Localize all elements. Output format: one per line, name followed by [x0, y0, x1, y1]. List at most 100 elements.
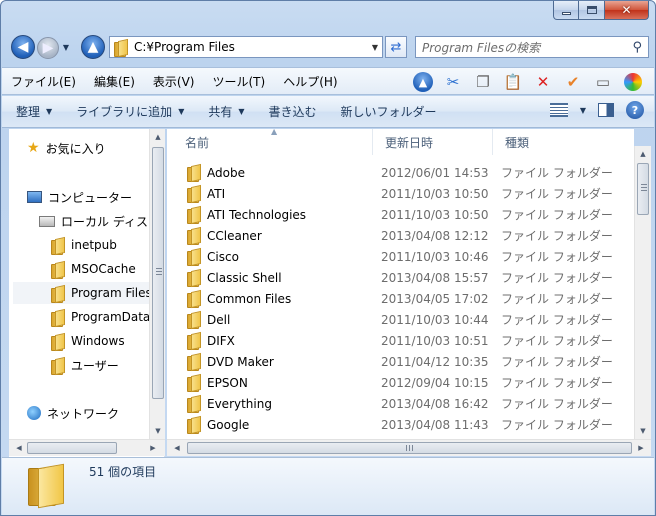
chevron-down-icon[interactable]: ▼ — [580, 106, 586, 115]
organize-button[interactable]: 整理 ▼ — [16, 103, 52, 120]
sidebar-item-label: コンピューター — [48, 190, 133, 205]
folder-icon — [51, 334, 65, 351]
list-item[interactable]: EPSON 2012/09/04 10:15 ファイル フォルダー — [167, 372, 634, 393]
view-options-icon[interactable] — [549, 103, 568, 117]
folder-icon — [51, 310, 65, 327]
list-item[interactable]: CCleaner 2013/04/08 12:12 ファイル フォルダー — [167, 225, 634, 246]
sidebar-item-folder[interactable]: ProgramData — [51, 306, 150, 328]
list-horizontal-scrollbar[interactable]: ◀ ▶ — [167, 439, 651, 456]
menu-edit[interactable]: 編集(E) — [85, 73, 144, 90]
sidebar-item-label: お気に入り — [45, 141, 106, 156]
sidebar-item-favorites[interactable]: ★ お気に入り — [27, 137, 106, 159]
sidebar-item-label: ローカル ディス — [61, 214, 148, 229]
sidebar-item-folder[interactable]: Windows — [51, 330, 125, 352]
address-bar[interactable]: C:¥Program Files ▼ — [109, 36, 383, 58]
check-icon[interactable]: ✔ — [560, 70, 586, 94]
sidebar-item-label: ProgramData — [71, 310, 151, 324]
folder-icon — [51, 358, 65, 375]
folder-icon — [187, 396, 201, 413]
list-item[interactable]: Cisco 2011/10/03 10:46 ファイル フォルダー — [167, 246, 634, 267]
scrollbar-thumb[interactable] — [27, 442, 117, 454]
preview-pane-icon[interactable] — [598, 103, 614, 117]
close-button[interactable]: ✕ — [605, 1, 649, 20]
search-placeholder: Program Filesの検索 — [422, 40, 541, 55]
folder-icon — [187, 417, 201, 434]
minimize-button[interactable] — [553, 1, 579, 20]
new-folder-button[interactable]: 新しいフォルダー — [341, 103, 437, 120]
properties-icon[interactable]: ▭ — [590, 70, 616, 94]
menu-bar: ファイル(E) 編集(E) 表示(V) ツール(T) ヘルプ(H) ▲ ✂ ❐ … — [2, 67, 654, 95]
sidebar-item-network[interactable]: ネットワーク — [27, 402, 119, 424]
menu-help[interactable]: ヘルプ(H) — [274, 73, 346, 90]
scroll-down-icon[interactable]: ▼ — [150, 423, 166, 439]
up-folder-icon[interactable]: ▲ — [410, 70, 436, 94]
list-item[interactable]: ATI 2011/10/03 10:50 ファイル フォルダー — [167, 183, 634, 204]
list-item[interactable]: DVD Maker 2011/04/12 10:35 ファイル フォルダー — [167, 351, 634, 372]
file-type: ファイル フォルダー — [501, 229, 613, 243]
copy-icon[interactable]: ❐ — [470, 70, 496, 94]
share-label: 共有 — [208, 105, 233, 119]
grip-icon — [641, 184, 647, 192]
refresh-button[interactable]: ⇄ — [385, 36, 407, 58]
scrollbar-thumb[interactable] — [637, 163, 649, 215]
grip-icon — [156, 268, 162, 276]
file-name: EPSON — [207, 375, 248, 390]
file-name: Dell — [207, 312, 231, 327]
scroll-right-icon[interactable]: ▶ — [633, 440, 649, 456]
list-item[interactable]: Everything 2013/04/08 16:42 ファイル フォルダー — [167, 393, 634, 414]
search-icon[interactable]: ⚲ — [632, 40, 642, 55]
sidebar-item-computer[interactable]: コンピューター — [27, 186, 132, 208]
menu-file[interactable]: ファイル(E) — [2, 73, 85, 90]
column-name-label: 名前 — [185, 135, 210, 150]
scroll-left-icon[interactable]: ◀ — [169, 440, 185, 456]
list-item[interactable]: Google 2013/04/08 11:43 ファイル フォルダー — [167, 414, 634, 435]
scrollbar-thumb[interactable] — [187, 442, 632, 454]
cut-icon[interactable]: ✂ — [440, 70, 466, 94]
scroll-left-icon[interactable]: ◀ — [11, 440, 27, 456]
maximize-button[interactable] — [579, 1, 605, 20]
paste-icon[interactable]: 📋 — [500, 70, 526, 94]
maximize-icon — [586, 6, 597, 14]
nav-horizontal-scrollbar[interactable]: ◀ ▶ — [9, 439, 165, 456]
scroll-down-icon[interactable]: ▼ — [635, 423, 651, 439]
scrollbar-thumb[interactable] — [152, 147, 164, 399]
column-name[interactable]: 名前 — [173, 129, 373, 155]
delete-icon[interactable]: ✕ — [530, 70, 556, 94]
up-button[interactable]: ▲ — [81, 35, 105, 59]
column-date[interactable]: 更新日時 — [373, 129, 493, 155]
sidebar-item-folder[interactable]: ユーザー — [51, 354, 119, 376]
color-icon[interactable] — [620, 70, 646, 94]
sidebar-item-folder[interactable]: MSOCache — [51, 258, 136, 280]
search-input[interactable]: Program Filesの検索 ⚲ — [415, 36, 649, 58]
forward-button[interactable]: ▶ — [37, 37, 59, 59]
column-type[interactable]: 種類 — [493, 129, 634, 155]
list-item[interactable]: Dell 2011/10/03 10:44 ファイル フォルダー — [167, 309, 634, 330]
list-item[interactable]: Classic Shell 2013/04/08 15:57 ファイル フォルダー — [167, 267, 634, 288]
chevron-down-icon: ▼ — [178, 107, 185, 116]
burn-button[interactable]: 書き込む — [269, 103, 317, 120]
scroll-up-icon[interactable]: ▲ — [635, 146, 651, 162]
list-item[interactable]: ATI Technologies 2011/10/03 10:50 ファイル フォル… — [167, 204, 634, 225]
history-dropdown-icon[interactable]: ▼ — [61, 42, 71, 52]
menu-tools[interactable]: ツール(T) — [203, 73, 274, 90]
item-count: 51 個の項目 — [89, 465, 157, 479]
sidebar-item-local-disk[interactable]: ローカル ディス — [39, 210, 148, 232]
scroll-up-icon[interactable]: ▲ — [150, 129, 166, 145]
column-type-label: 種類 — [505, 135, 530, 150]
file-type: ファイル フォルダー — [501, 418, 613, 432]
scroll-right-icon[interactable]: ▶ — [145, 440, 161, 456]
sidebar-item-folder-selected[interactable]: Program Files — [13, 282, 163, 304]
share-button[interactable]: 共有 ▼ — [208, 103, 244, 120]
include-library-button[interactable]: ライブラリに追加 ▼ — [76, 103, 184, 120]
list-item[interactable]: Common Files 2013/04/05 17:02 ファイル フォルダー — [167, 288, 634, 309]
sidebar-item-folder[interactable]: inetpub — [51, 234, 117, 256]
back-button[interactable]: ◀ — [11, 35, 35, 59]
menu-view[interactable]: 表示(V) — [144, 73, 204, 90]
help-icon[interactable]: ? — [626, 101, 644, 119]
list-item[interactable]: Adobe 2012/06/01 14:53 ファイル フォルダー — [167, 162, 634, 183]
file-list: ▲ 名前 更新日時 種類 Adobe 2012/06/01 14:53 ファイル フ… — [167, 129, 634, 439]
nav-vertical-scrollbar[interactable]: ▲ ▼ — [149, 129, 165, 439]
list-item[interactable]: DIFX 2011/10/03 10:51 ファイル フォルダー — [167, 330, 634, 351]
list-vertical-scrollbar[interactable]: ▲ ▼ — [634, 146, 651, 439]
chevron-down-icon[interactable]: ▼ — [368, 43, 382, 52]
